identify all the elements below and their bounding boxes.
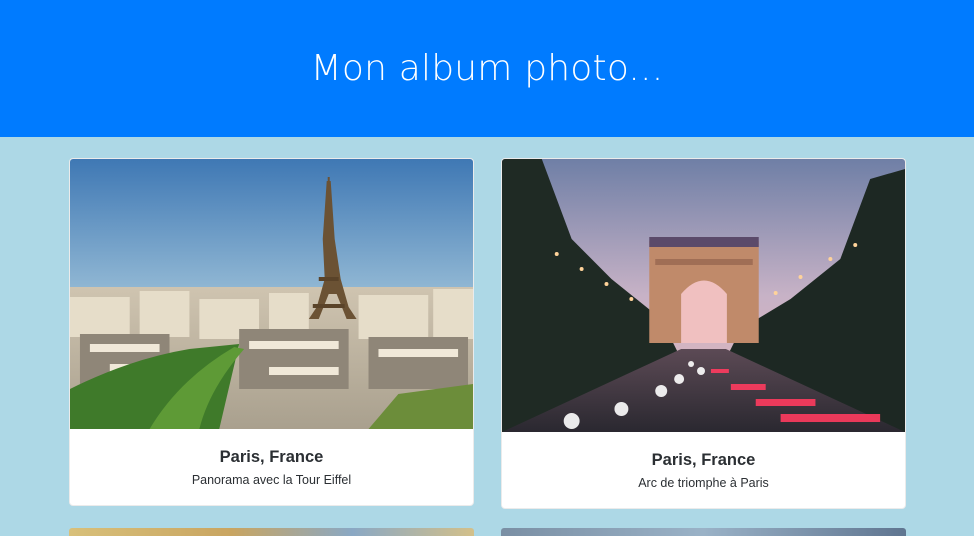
eiffel-tower-photo[interactable] (70, 159, 473, 429)
card-title: Paris, France (651, 451, 756, 469)
card-description: Arc de triomphe à Paris (638, 476, 769, 490)
page-header: Mon album photo... (0, 0, 974, 137)
next-photo-card[interactable] (69, 528, 474, 536)
card-title: Paris, France (219, 448, 324, 466)
card-caption: Paris, France Panorama avec la Tour Eiff… (70, 448, 473, 487)
card-description: Panorama avec la Tour Eiffel (191, 473, 352, 487)
page-title: Mon album photo... (310, 48, 664, 89)
next-photo-card[interactable] (501, 528, 906, 536)
photo-card[interactable]: Paris, France Arc de triomphe à Paris (501, 158, 906, 509)
card-caption: Paris, France Arc de triomphe à Paris (502, 451, 905, 490)
photo-card[interactable]: Paris, France Panorama avec la Tour Eiff… (69, 158, 474, 506)
arc-de-triomphe-photo[interactable] (502, 159, 905, 432)
